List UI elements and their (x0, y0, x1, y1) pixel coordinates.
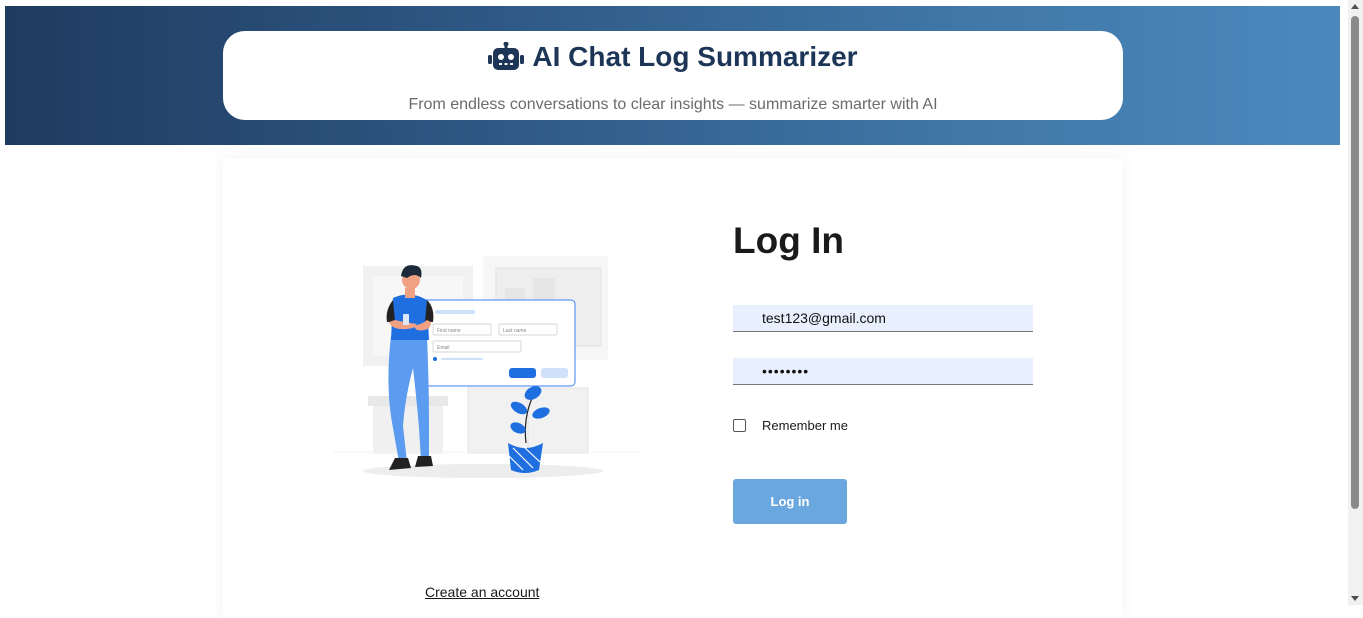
create-account-link[interactable]: Create an account (425, 584, 539, 600)
password-field[interactable] (733, 358, 1033, 385)
scroll-down-icon[interactable] (1351, 596, 1359, 601)
illustration-first-name: First name (437, 328, 461, 334)
scroll-thumb[interactable] (1351, 16, 1359, 509)
remember-me-checkbox[interactable] (733, 419, 746, 432)
title-row: AI Chat Log Summarizer (223, 41, 1123, 73)
header-card: AI Chat Log Summarizer From endless conv… (223, 31, 1123, 120)
login-title: Log In (733, 220, 844, 261)
robot-icon (488, 41, 525, 72)
app-title: AI Chat Log Summarizer (532, 41, 858, 72)
header-banner: AI Chat Log Summarizer From endless conv… (5, 6, 1340, 145)
remember-me-label: Remember me (762, 418, 848, 433)
login-button[interactable]: Log in (733, 479, 847, 524)
login-illustration: First name Last name Email (333, 248, 638, 480)
vertical-scrollbar[interactable] (1348, 0, 1363, 605)
illustration-email: Email (437, 345, 450, 351)
login-card: First name Last name Email Create an acc… (223, 158, 1123, 618)
email-field[interactable] (733, 305, 1033, 332)
remember-me-row: Remember me (733, 418, 848, 433)
illustration-last-name: Last name (503, 328, 527, 334)
app-subtitle: From endless conversations to clear insi… (408, 96, 938, 113)
scroll-up-icon[interactable] (1351, 4, 1359, 9)
